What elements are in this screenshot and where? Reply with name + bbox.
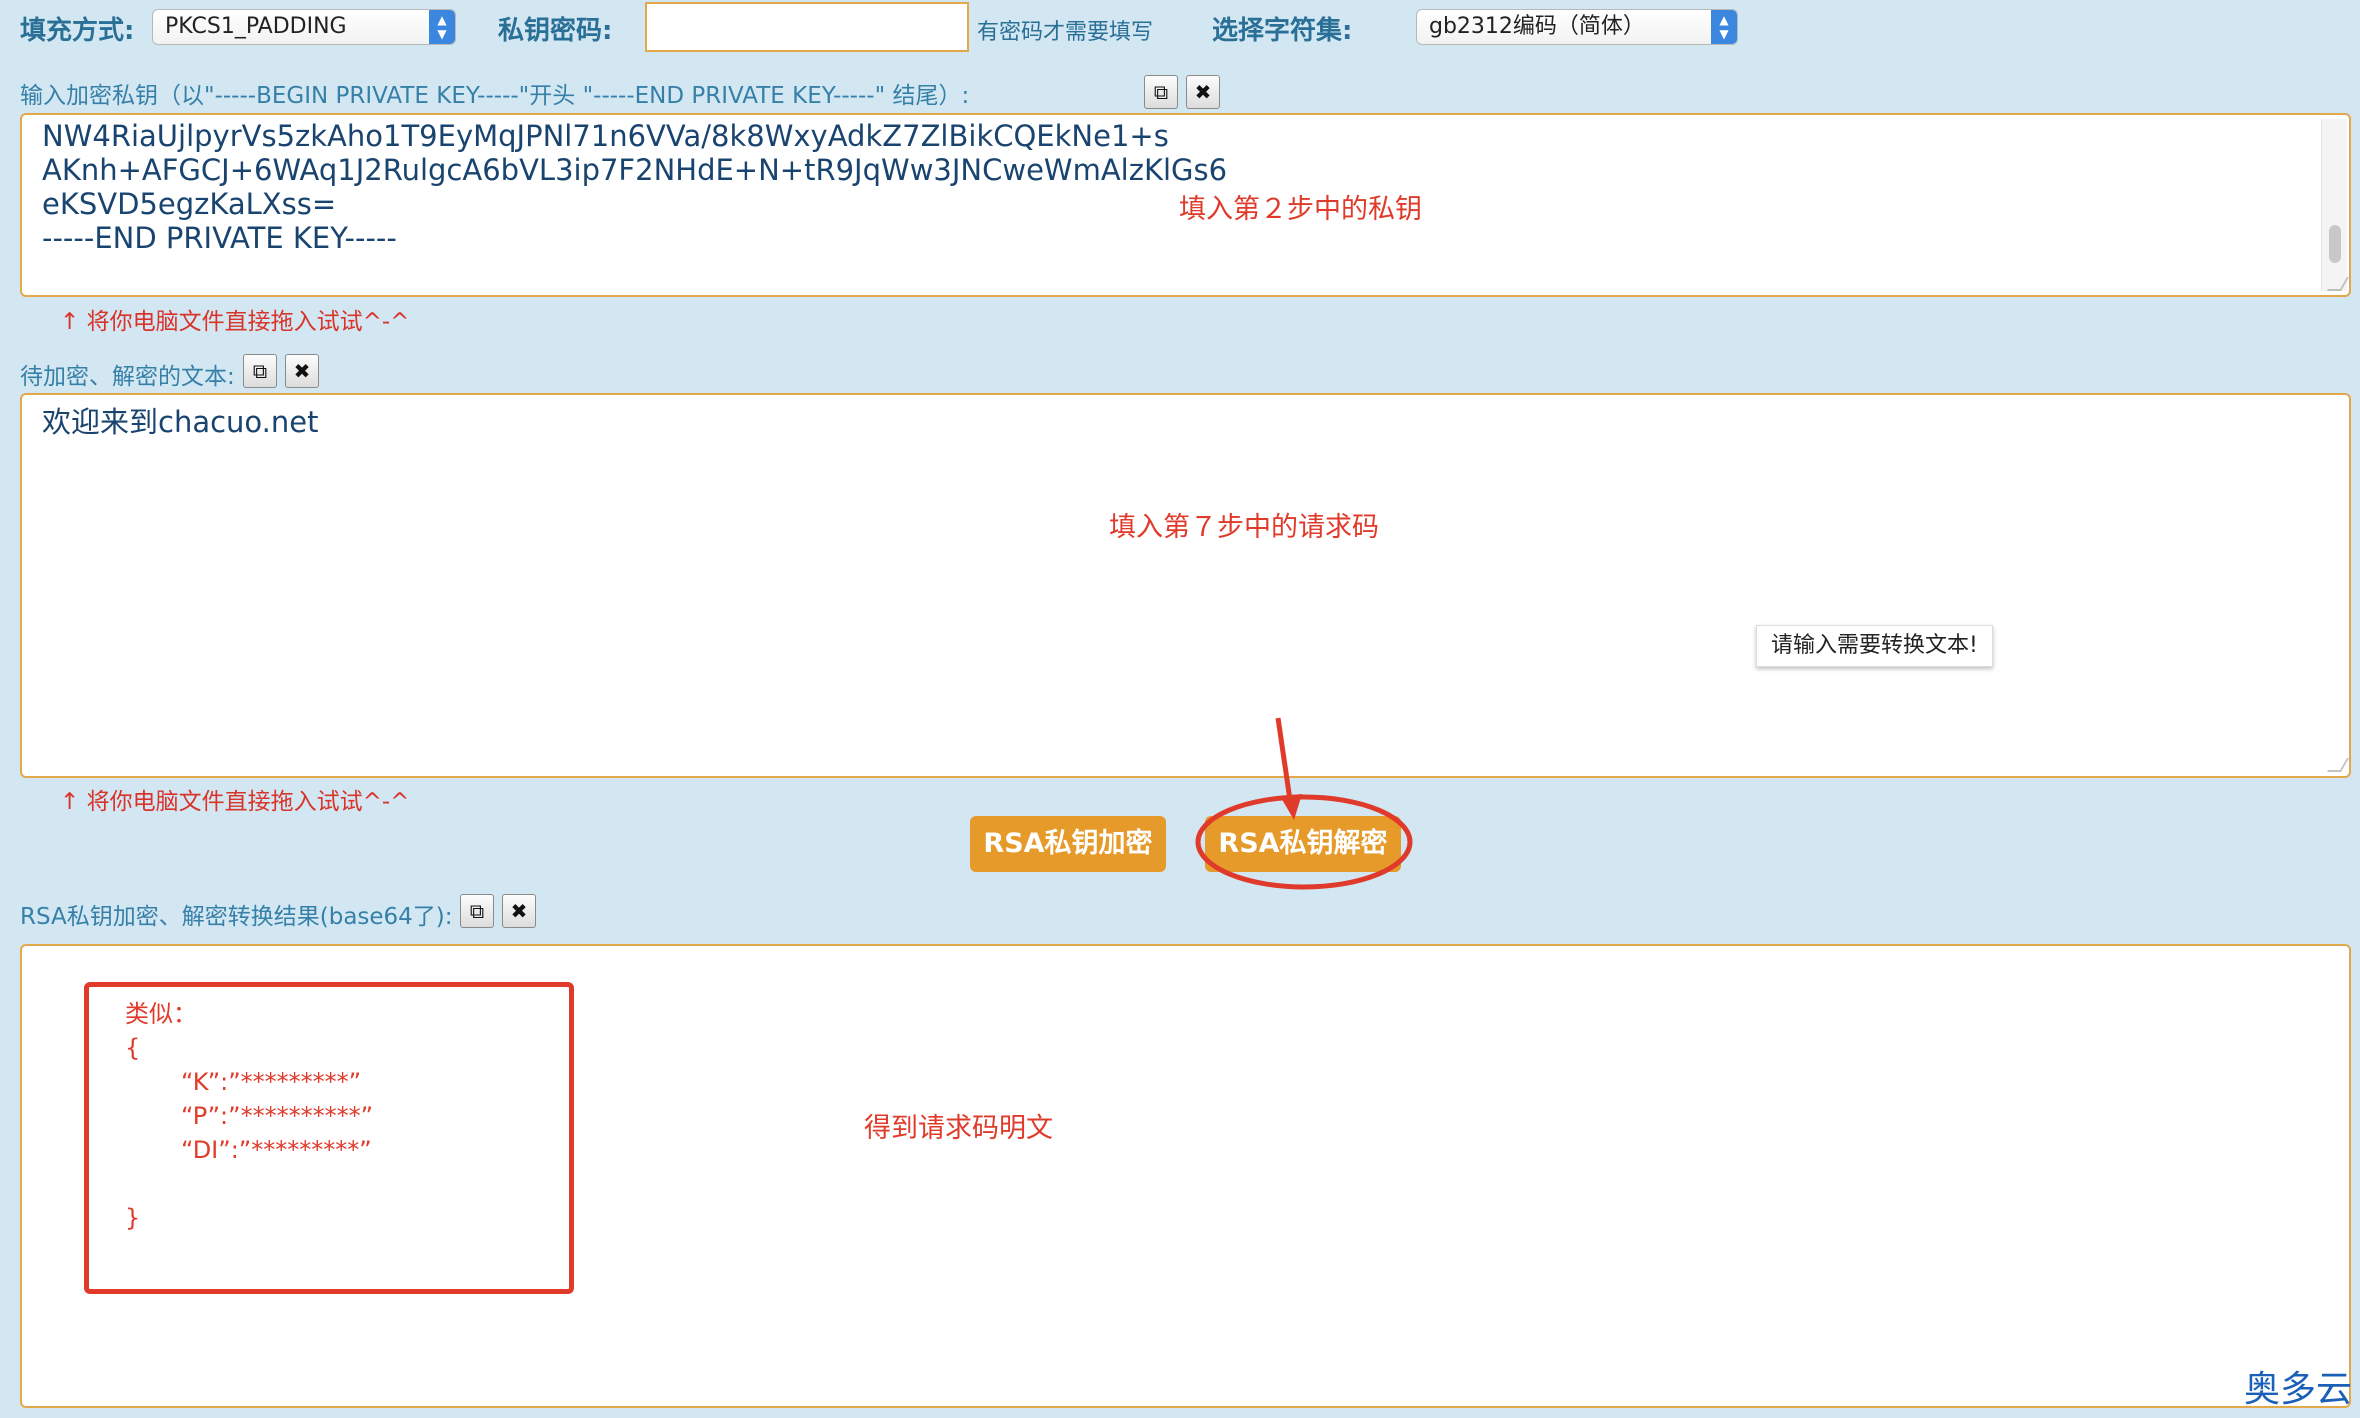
copy-result-button[interactable]: ⧉ bbox=[460, 894, 494, 928]
example-line: “K”:”*********” bbox=[181, 1068, 362, 1096]
close-icon: ✖ bbox=[510, 899, 528, 923]
example-line: “P”:”**********” bbox=[181, 1102, 373, 1130]
result-label: RSA私钥加密、解密转换结果(base64了): bbox=[20, 904, 453, 930]
example-line: 类似： bbox=[125, 1000, 197, 1028]
example-box: 类似： { “K”:”*********” “P”:”**********” “… bbox=[84, 982, 574, 1294]
annotation-ellipse bbox=[1195, 794, 1413, 890]
example-line bbox=[125, 1167, 373, 1201]
example-text: 类似： { “K”:”*********” “P”:”**********” “… bbox=[125, 997, 373, 1235]
result-annotation: 得到请求码明文 bbox=[864, 1113, 1053, 1144]
watermark-logo: 奥多云 bbox=[2243, 1369, 2352, 1410]
annotation-arrow bbox=[1275, 717, 1293, 801]
example-line: { bbox=[125, 1034, 141, 1062]
copy-icon: ⧉ bbox=[469, 899, 485, 923]
example-line: } bbox=[125, 1204, 141, 1232]
result-textarea[interactable]: 类似： { “K”:”*********” “P”:”**********” “… bbox=[20, 944, 2351, 1408]
example-line: “DI”:”*********” bbox=[181, 1136, 372, 1164]
clear-result-button[interactable]: ✖ bbox=[502, 894, 536, 928]
